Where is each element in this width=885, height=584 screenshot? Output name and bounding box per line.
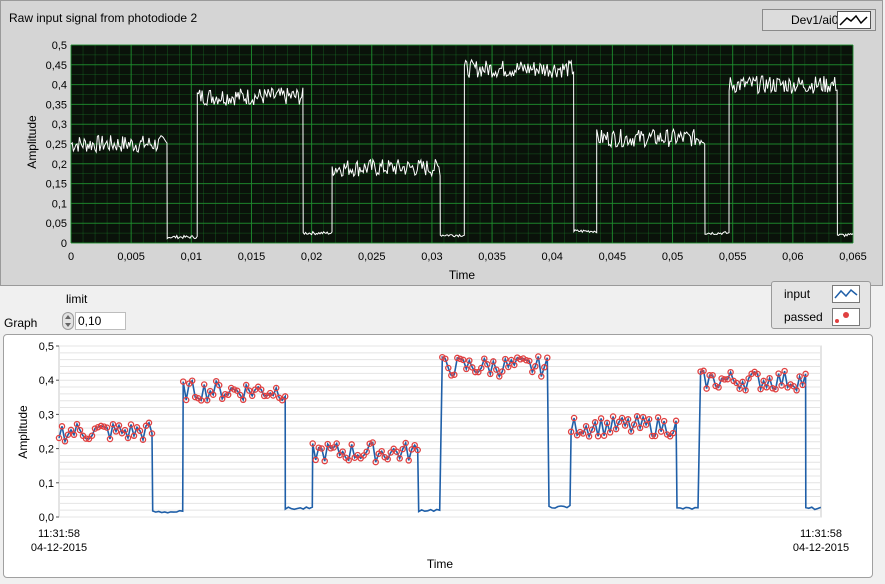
y-tick-label: 0,4 xyxy=(39,375,54,387)
y-tick-label: 0,0 xyxy=(39,512,54,524)
bottom-x-start-time: 11:31:58 xyxy=(38,528,80,540)
y-tick-label: 0,3 xyxy=(39,409,54,421)
bottom-x-start-date: 04-12-2015 xyxy=(31,542,87,554)
bottom-graph-plot[interactable]: 0,0 0,1 0,2 0,3 0,4 0,5 Amplitude Time 11:31:… xyxy=(0,0,885,584)
y-tick-label: 0,1 xyxy=(39,478,54,490)
y-tick-label: 0,2 xyxy=(39,444,54,456)
bottom-y-axis-label: Amplitude xyxy=(16,405,30,459)
bottom-x-axis-label: Time xyxy=(427,557,454,571)
bottom-x-end-time: 11:31:58 xyxy=(800,528,842,540)
bottom-x-end-date: 04-12-2015 xyxy=(793,542,849,554)
y-tick-label: 0,5 xyxy=(39,341,54,353)
